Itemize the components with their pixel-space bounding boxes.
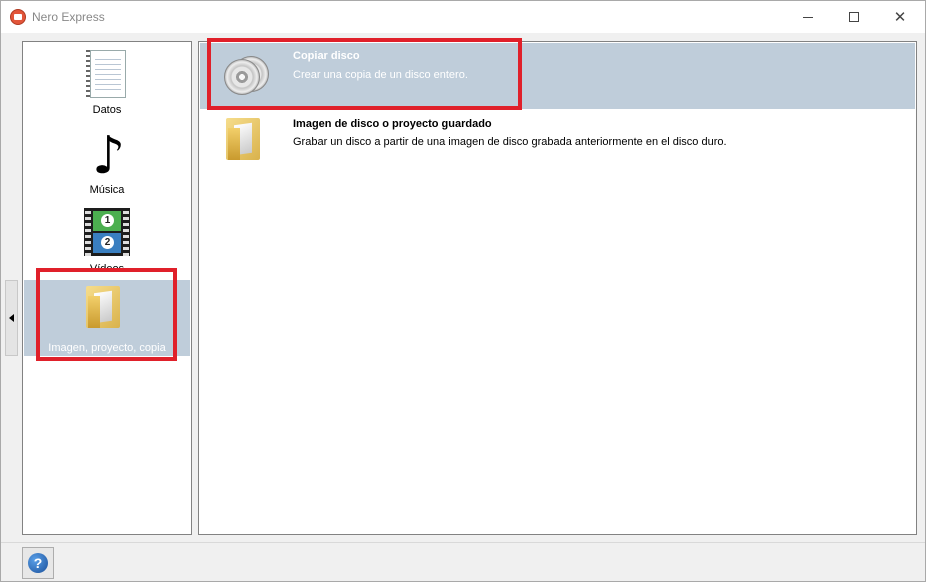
highlight-box-task	[207, 38, 522, 110]
category-label: Música	[89, 184, 125, 196]
nero-app-icon	[10, 9, 26, 25]
close-icon: ✕	[893, 9, 907, 26]
film-holes-right	[123, 208, 129, 256]
minimize-button[interactable]	[785, 1, 831, 33]
bottom-divider	[1, 542, 925, 543]
highlight-box-category	[36, 268, 177, 361]
task-title: Imagen de disco o proyecto guardado	[293, 118, 492, 130]
frame-number: 2	[101, 236, 114, 249]
category-label: Datos	[92, 104, 122, 116]
maximize-icon	[849, 12, 859, 22]
help-button[interactable]: ?	[22, 547, 54, 579]
film-frame-1: 1	[93, 211, 121, 231]
nero-express-window: Nero Express ✕ Datos ♪ Música 1 2 Vídeos	[0, 0, 926, 582]
music-note-icon: ♪	[92, 126, 126, 186]
minimize-icon	[803, 16, 813, 18]
film-strip-icon: 1 2	[84, 208, 130, 256]
folder-icon	[226, 118, 260, 160]
window-title: Nero Express	[32, 10, 105, 24]
task-description: Grabar un disco a partir de una imagen d…	[293, 136, 727, 148]
film-frame-2: 2	[93, 233, 121, 253]
film-holes-left	[85, 208, 91, 256]
task-list-panel: Copiar disco Crear una copia de un disco…	[198, 41, 917, 535]
help-icon: ?	[28, 553, 48, 573]
close-button[interactable]: ✕	[877, 1, 923, 33]
task-imagen-de-disco[interactable]: Imagen de disco o proyecto guardado Grab…	[200, 112, 915, 172]
category-musica[interactable]: ♪ Música	[24, 126, 190, 198]
frame-number: 1	[101, 214, 114, 227]
collapse-sidebar-button[interactable]	[5, 280, 18, 356]
folder-front	[228, 128, 240, 160]
category-datos[interactable]: Datos	[24, 48, 190, 120]
document-icon	[90, 50, 126, 98]
title-bar: Nero Express ✕	[1, 1, 925, 33]
maximize-button[interactable]	[831, 1, 877, 33]
